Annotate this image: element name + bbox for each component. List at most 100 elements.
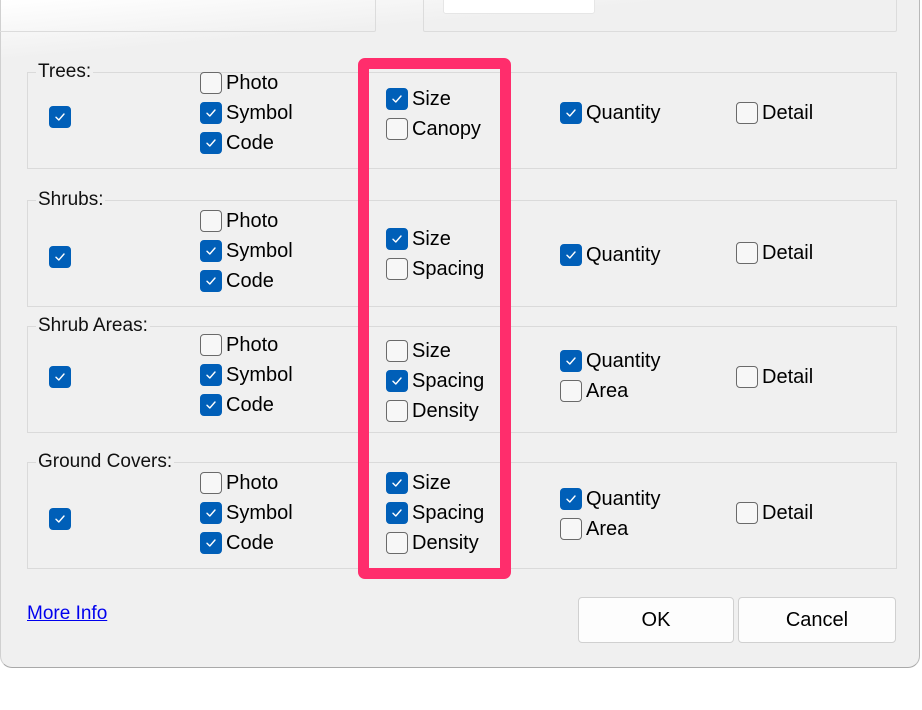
group-label: Trees: bbox=[36, 61, 94, 83]
ground-covers-code-checkbox[interactable]: Code bbox=[200, 530, 274, 556]
checkbox-empty-icon[interactable] bbox=[736, 242, 758, 264]
checkbox-label: Canopy bbox=[412, 117, 481, 140]
ground-covers-size-checkbox[interactable]: Size bbox=[386, 470, 451, 496]
checkmark-icon[interactable] bbox=[49, 508, 71, 530]
shrub-areas-enabled-checkbox[interactable] bbox=[49, 364, 71, 390]
checkbox-empty-icon[interactable] bbox=[736, 102, 758, 124]
checkmark-icon[interactable] bbox=[386, 472, 408, 494]
checkbox-label: Code bbox=[226, 269, 274, 292]
schedule-options-dialog: Trees: Photo Symbol Code Size Canopy Quantity D… bbox=[0, 0, 920, 668]
shrubs-enabled-checkbox[interactable] bbox=[49, 244, 71, 270]
checkbox-label: Detail bbox=[762, 101, 814, 124]
ground-covers-symbol-checkbox[interactable]: Symbol bbox=[200, 500, 293, 526]
checkmark-icon[interactable] bbox=[200, 364, 222, 386]
checkbox-empty-icon[interactable] bbox=[560, 518, 582, 540]
checkmark-icon[interactable] bbox=[200, 394, 222, 416]
checkmark-icon[interactable] bbox=[560, 102, 582, 124]
ground-covers-area-checkbox[interactable]: Area bbox=[560, 516, 628, 542]
shrub-areas-detail-checkbox[interactable]: Detail bbox=[736, 364, 813, 390]
checkbox-label: Symbol bbox=[226, 363, 293, 386]
shrub-areas-quantity-checkbox[interactable]: Quantity bbox=[560, 348, 660, 374]
checkbox-label: Symbol bbox=[226, 239, 293, 262]
checkbox-label: Density bbox=[412, 399, 479, 422]
checkbox-empty-icon[interactable] bbox=[200, 334, 222, 356]
shrub-areas-density-checkbox[interactable]: Density bbox=[386, 398, 479, 424]
checkbox-empty-icon[interactable] bbox=[386, 118, 408, 140]
checkbox-label: Area bbox=[586, 517, 629, 540]
more-info-link[interactable]: More Info bbox=[27, 603, 107, 625]
checkbox-label: Photo bbox=[226, 333, 279, 356]
trees-code-checkbox[interactable]: Code bbox=[200, 130, 274, 156]
cancel-button[interactable]: Cancel bbox=[738, 597, 896, 643]
checkmark-icon[interactable] bbox=[200, 270, 222, 292]
checkbox-label: Spacing bbox=[412, 257, 485, 280]
checkbox-label: Code bbox=[226, 531, 274, 554]
checkbox-empty-icon[interactable] bbox=[736, 502, 758, 524]
ground-covers-spacing-checkbox[interactable]: Spacing bbox=[386, 500, 484, 526]
checkbox-empty-icon[interactable] bbox=[736, 366, 758, 388]
checkbox-label: Quantity bbox=[586, 101, 661, 124]
checkmark-icon[interactable] bbox=[200, 102, 222, 124]
ground-covers-enabled-checkbox[interactable] bbox=[49, 506, 71, 532]
checkbox-empty-icon[interactable] bbox=[560, 380, 582, 402]
checkmark-icon[interactable] bbox=[386, 502, 408, 524]
checkbox-label: Code bbox=[226, 393, 274, 416]
trees-enabled-checkbox[interactable] bbox=[49, 104, 71, 130]
shrubs-detail-checkbox[interactable]: Detail bbox=[736, 240, 813, 266]
ground-covers-quantity-checkbox[interactable]: Quantity bbox=[560, 486, 660, 512]
checkbox-empty-icon[interactable] bbox=[200, 472, 222, 494]
checkmark-icon[interactable] bbox=[560, 488, 582, 510]
checkbox-label: Spacing bbox=[412, 369, 485, 392]
checkmark-icon[interactable] bbox=[386, 228, 408, 250]
checkbox-label: Symbol bbox=[226, 501, 293, 524]
checkbox-empty-icon[interactable] bbox=[386, 400, 408, 422]
shrubs-size-checkbox[interactable]: Size bbox=[386, 226, 451, 252]
checkbox-label: Quantity bbox=[586, 349, 661, 372]
shrubs-photo-checkbox[interactable]: Photo bbox=[200, 208, 278, 234]
checkbox-empty-icon[interactable] bbox=[200, 72, 222, 94]
trees-size-checkbox[interactable]: Size bbox=[386, 86, 451, 112]
checkmark-icon[interactable] bbox=[49, 106, 71, 128]
trees-symbol-checkbox[interactable]: Symbol bbox=[200, 100, 293, 126]
checkmark-icon[interactable] bbox=[386, 370, 408, 392]
checkmark-icon[interactable] bbox=[200, 132, 222, 154]
ground-covers-density-checkbox[interactable]: Density bbox=[386, 530, 479, 556]
trees-canopy-checkbox[interactable]: Canopy bbox=[386, 116, 481, 142]
checkbox-empty-icon[interactable] bbox=[386, 340, 408, 362]
shrub-areas-photo-checkbox[interactable]: Photo bbox=[200, 332, 278, 358]
checkmark-icon[interactable] bbox=[560, 244, 582, 266]
checkbox-label: Size bbox=[412, 87, 451, 110]
shrubs-code-checkbox[interactable]: Code bbox=[200, 268, 274, 294]
checkmark-icon[interactable] bbox=[560, 350, 582, 372]
checkbox-empty-icon[interactable] bbox=[386, 258, 408, 280]
checkbox-empty-icon[interactable] bbox=[386, 532, 408, 554]
checkmark-icon[interactable] bbox=[386, 88, 408, 110]
group-label: Ground Covers: bbox=[36, 451, 175, 473]
trees-photo-checkbox[interactable]: Photo bbox=[200, 70, 278, 96]
trees-detail-checkbox[interactable]: Detail bbox=[736, 100, 813, 126]
shrubs-quantity-checkbox[interactable]: Quantity bbox=[560, 242, 660, 268]
shrub-areas-size-checkbox[interactable]: Size bbox=[386, 338, 451, 364]
shrubs-symbol-checkbox[interactable]: Symbol bbox=[200, 238, 293, 264]
ground-covers-photo-checkbox[interactable]: Photo bbox=[200, 470, 278, 496]
shrub-areas-spacing-checkbox[interactable]: Spacing bbox=[386, 368, 484, 394]
ok-button[interactable]: OK bbox=[578, 597, 734, 643]
checkmark-icon[interactable] bbox=[200, 532, 222, 554]
checkbox-label: Density bbox=[412, 531, 479, 554]
checkbox-empty-icon[interactable] bbox=[200, 210, 222, 232]
shrub-areas-area-checkbox[interactable]: Area bbox=[560, 378, 628, 404]
checkmark-icon[interactable] bbox=[200, 502, 222, 524]
ground-covers-detail-checkbox[interactable]: Detail bbox=[736, 500, 813, 526]
checkbox-label: Detail bbox=[762, 241, 814, 264]
shrubs-spacing-checkbox[interactable]: Spacing bbox=[386, 256, 484, 282]
shrub-areas-code-checkbox[interactable]: Code bbox=[200, 392, 274, 418]
checkbox-label: Code bbox=[226, 131, 274, 154]
trees-quantity-checkbox[interactable]: Quantity bbox=[560, 100, 660, 126]
checkmark-icon[interactable] bbox=[49, 246, 71, 268]
checkmark-icon[interactable] bbox=[49, 366, 71, 388]
checkbox-label: Photo bbox=[226, 471, 279, 494]
checkbox-label: Symbol bbox=[226, 101, 293, 124]
checkmark-icon[interactable] bbox=[200, 240, 222, 262]
top-input-field[interactable] bbox=[443, 0, 595, 14]
shrub-areas-symbol-checkbox[interactable]: Symbol bbox=[200, 362, 293, 388]
